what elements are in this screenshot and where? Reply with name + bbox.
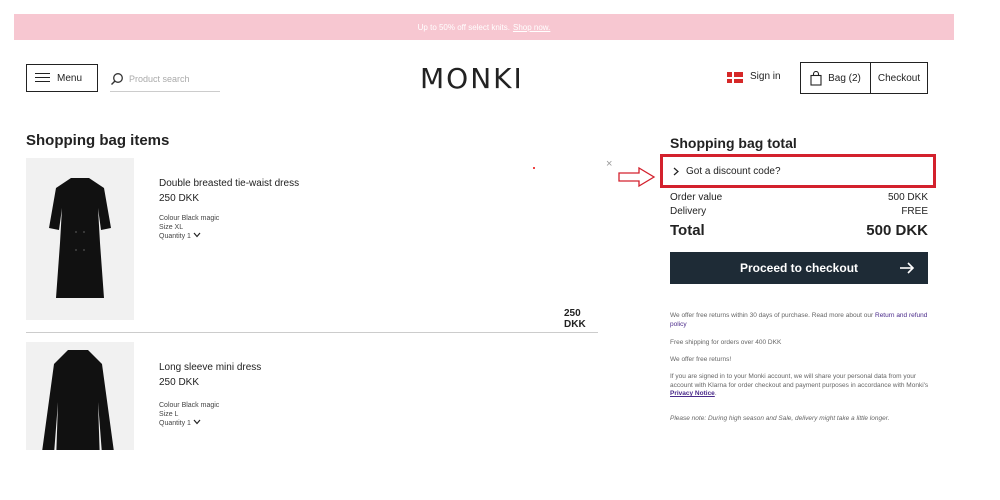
- bag-checkout-group: Bag (2) Checkout: [800, 62, 928, 94]
- delivery-value: FREE: [901, 206, 928, 217]
- sign-in-link[interactable]: Sign in: [750, 71, 781, 82]
- total-value: 500 DKK: [866, 222, 928, 239]
- cart-item: Long sleeve mini dress 250 DKK Colour Bl…: [26, 342, 598, 450]
- discount-label: Got a discount code?: [686, 165, 781, 177]
- chevron-down-icon: [193, 232, 201, 238]
- delivery-row: Delivery FREE: [670, 206, 928, 217]
- order-value-label: Order value: [670, 192, 723, 203]
- denmark-flag-icon[interactable]: [727, 72, 743, 83]
- free-returns-info: We offer free returns!: [670, 356, 732, 363]
- chevron-right-icon: [673, 167, 679, 175]
- product-name[interactable]: Long sleeve mini dress: [159, 362, 261, 373]
- promo-text: Up to 50% off select knits.: [417, 22, 510, 32]
- quantity-label: Quantity 1: [159, 420, 191, 427]
- bag-label: Bag (2): [828, 72, 861, 84]
- order-value-row: Order value 500 DKK: [670, 192, 928, 203]
- search-bar: [110, 66, 220, 92]
- shipping-info: Free shipping for orders over 400 DKK: [670, 339, 782, 346]
- discount-code-toggle[interactable]: Got a discount code?: [660, 154, 936, 188]
- product-size: Size L: [159, 411, 179, 418]
- quantity-label: Quantity 1: [159, 233, 191, 240]
- header-checkout-button[interactable]: Checkout: [871, 63, 927, 93]
- returns-text: We offer free returns within 30 days of …: [670, 312, 874, 319]
- total-row: Total 500 DKK: [670, 222, 928, 239]
- returns-info: We offer free returns within 30 days of …: [670, 312, 932, 329]
- total-label: Total: [670, 222, 705, 239]
- menu-button[interactable]: Menu: [26, 64, 98, 92]
- product-meta: Colour Black magic Size XL Quantity 1: [159, 214, 219, 241]
- privacy-notice-link[interactable]: Privacy Notice: [670, 390, 715, 397]
- product-image[interactable]: [26, 342, 134, 450]
- product-image[interactable]: [26, 158, 134, 320]
- item-divider: [26, 332, 598, 333]
- summary-heading: Shopping bag total: [670, 135, 797, 151]
- product-size: Size XL: [159, 224, 184, 231]
- promo-banner: Up to 50% off select knits. Shop now.: [14, 14, 954, 40]
- klarna-info: If you are signed in to your Monki accou…: [670, 373, 929, 397]
- remove-item-icon[interactable]: ×: [606, 158, 612, 170]
- annotation-arrow-icon: [618, 166, 656, 188]
- red-dot: [533, 167, 535, 169]
- proceed-label: Proceed to checkout: [739, 261, 859, 275]
- menu-label: Menu: [57, 72, 83, 84]
- monki-logo[interactable]: MONKI: [420, 62, 524, 95]
- arrow-right-icon: [900, 262, 915, 274]
- search-icon: [111, 72, 123, 85]
- bag-button[interactable]: Bag (2): [801, 63, 871, 93]
- chevron-down-icon: [193, 419, 201, 425]
- quantity-select[interactable]: Quantity 1: [159, 419, 219, 428]
- product-meta: Colour Black magic Size L Quantity 1: [159, 401, 219, 428]
- shop-now-link[interactable]: Shop now.: [513, 23, 550, 32]
- delivery-label: Delivery: [670, 206, 707, 217]
- proceed-to-checkout-button[interactable]: Proceed to checkout: [670, 252, 928, 284]
- items-heading: Shopping bag items: [26, 132, 170, 149]
- hamburger-icon: [35, 73, 50, 83]
- product-colour: Colour Black magic: [159, 402, 220, 409]
- cart-item: Double breasted tie-waist dress 250 DKK …: [26, 158, 612, 330]
- season-note: Please note: During high season and Sale…: [670, 415, 890, 422]
- order-value: 500 DKK: [887, 192, 928, 203]
- product-price: 250 DKK: [159, 193, 200, 204]
- klarna-text: If you are signed in to your Monki accou…: [670, 373, 929, 389]
- line-total: 250 DKK: [564, 308, 586, 330]
- product-colour: Colour Black magic: [159, 215, 220, 222]
- search-input[interactable]: [129, 73, 214, 84]
- product-price: 250 DKK: [159, 377, 200, 388]
- quantity-select[interactable]: Quantity 1: [159, 232, 219, 241]
- shopping-bag-icon: [810, 70, 822, 86]
- product-name[interactable]: Double breasted tie-waist dress: [159, 178, 299, 189]
